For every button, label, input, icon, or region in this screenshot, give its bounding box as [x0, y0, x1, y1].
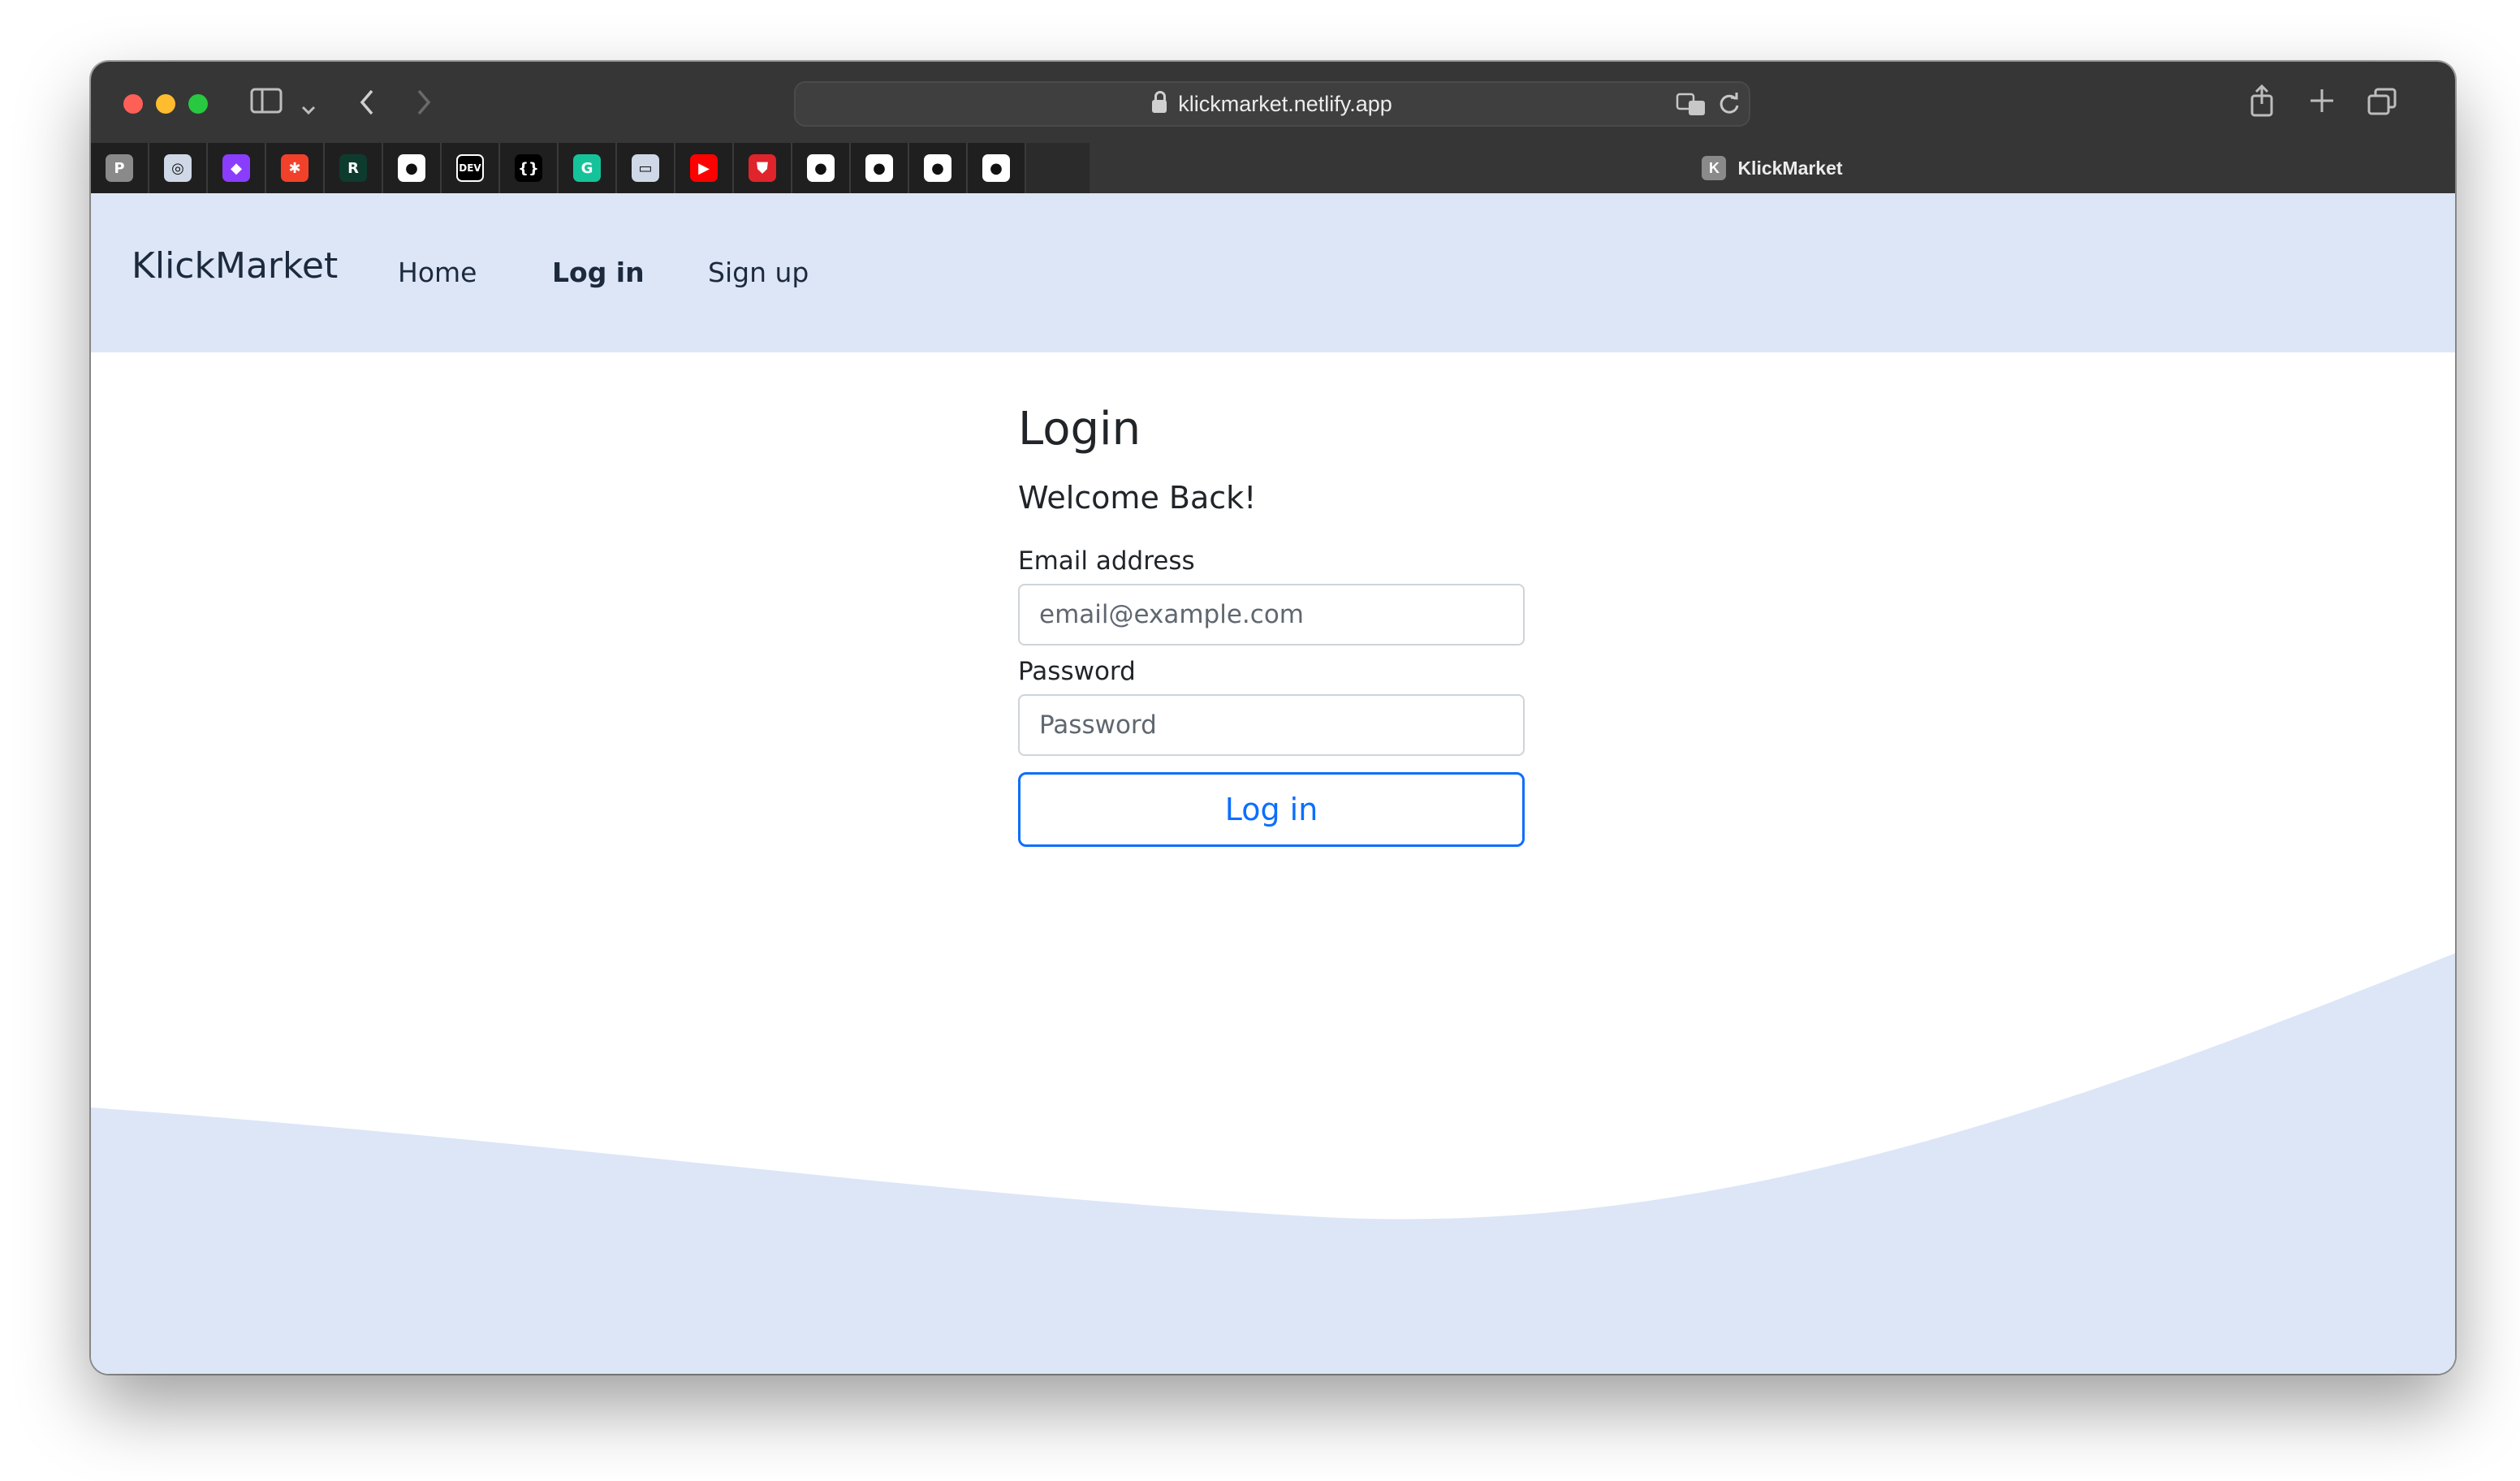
- nav-link-signup[interactable]: Sign up: [708, 257, 809, 288]
- shield-icon: ⛊: [749, 154, 776, 182]
- app-icon-2: ▭: [632, 154, 659, 182]
- app-icon: ◎: [164, 154, 192, 182]
- browser-window: klickmarket.netlify.app P ◎ ◆ ✱ R ● DEV {} G ▭ ▶ ⛊ ●…: [91, 62, 2455, 1374]
- favorite-rn-icon-4[interactable]: R: [325, 143, 383, 193]
- grammarly-icon: G: [573, 154, 601, 182]
- new-tab-icon[interactable]: [2309, 88, 2335, 119]
- login-form: Login Welcome Back! Email address Passwo…: [1018, 403, 1525, 847]
- navbar: KlickMarket Home Log in Sign up: [91, 193, 2455, 352]
- github-icon: ●: [807, 154, 835, 182]
- favorite-youtube-icon-10[interactable]: ▶: [675, 143, 734, 193]
- chevron-down-icon[interactable]: [300, 94, 317, 122]
- github-icon: ●: [398, 154, 425, 182]
- favorite-github-icon-5[interactable]: ●: [383, 143, 442, 193]
- back-icon[interactable]: [357, 88, 377, 122]
- tab-overview-icon[interactable]: [2367, 88, 2397, 120]
- favorite-asterisk-icon-3[interactable]: ✱: [266, 143, 325, 193]
- password-label: Password: [1018, 657, 1136, 686]
- github-icon: ●: [982, 154, 1010, 182]
- favorite-app-icon-1[interactable]: ◎: [149, 143, 208, 193]
- youtube-icon: ▶: [690, 154, 718, 182]
- favorite-pocket-icon-0[interactable]: P: [91, 143, 149, 193]
- nav-link-home[interactable]: Home: [398, 257, 477, 288]
- favorite-app-icon-2-9[interactable]: ▭: [617, 143, 675, 193]
- pocket-icon: P: [106, 154, 133, 182]
- favorite-github-icon-13[interactable]: ●: [851, 143, 909, 193]
- nav-link-login[interactable]: Log in: [552, 257, 645, 288]
- email-label: Email address: [1018, 546, 1195, 576]
- favorite-github-icon-15[interactable]: ●: [968, 143, 1026, 193]
- email-field[interactable]: [1018, 584, 1525, 646]
- url-text: klickmarket.netlify.app: [1178, 91, 1392, 116]
- favorite-purple-app-icon-2[interactable]: ◆: [208, 143, 266, 193]
- github-icon: ●: [865, 154, 893, 182]
- page-title: Login: [1018, 403, 1141, 456]
- password-field[interactable]: [1018, 694, 1525, 756]
- forward-icon[interactable]: [414, 88, 434, 122]
- tab-title: KlickMarket: [1737, 157, 1843, 179]
- rn-icon: R: [339, 154, 367, 182]
- tab-klickmarket[interactable]: K KlickMarket: [1090, 143, 2455, 193]
- favorite-shield-icon-11[interactable]: ⛊: [734, 143, 792, 193]
- favorites-bar: P ◎ ◆ ✱ R ● DEV {} G ▭ ▶ ⛊ ● ● ● ●: [91, 143, 1026, 193]
- minimize-window-button[interactable]: [156, 94, 175, 114]
- translate-icon[interactable]: [1676, 91, 1707, 123]
- purple-app-icon: ◆: [222, 154, 250, 182]
- welcome-subtitle: Welcome Back!: [1018, 480, 1257, 516]
- favorite-github-icon-12[interactable]: ●: [792, 143, 851, 193]
- share-icon[interactable]: [2249, 84, 2275, 122]
- favorite-dev-icon-6[interactable]: DEV: [442, 143, 500, 193]
- lock-icon: [1152, 91, 1167, 113]
- dev-icon: DEV: [456, 154, 484, 182]
- close-window-button[interactable]: [123, 94, 143, 114]
- asterisk-icon: ✱: [281, 154, 309, 182]
- sidebar-toggle-icon[interactable]: [250, 88, 283, 119]
- address-bar[interactable]: klickmarket.netlify.app: [794, 81, 1750, 127]
- tab-favicon: K: [1702, 156, 1727, 180]
- favorite-grammarly-icon-8[interactable]: G: [559, 143, 617, 193]
- web-page: KlickMarket Home Log in Sign up Login We…: [91, 193, 2455, 1374]
- brand-logo-link[interactable]: KlickMarket: [132, 245, 338, 287]
- favorite-code-icon-7[interactable]: {}: [500, 143, 559, 193]
- tab-bar: P ◎ ◆ ✱ R ● DEV {} G ▭ ▶ ⛊ ● ● ● ● K KlickMarket: [91, 143, 2455, 193]
- reload-icon[interactable]: [1718, 91, 1741, 123]
- github-icon: ●: [924, 154, 951, 182]
- zoom-window-button[interactable]: [188, 94, 208, 114]
- favorite-github-icon-14[interactable]: ●: [909, 143, 968, 193]
- code-icon: {}: [515, 154, 542, 182]
- title-bar: klickmarket.netlify.app: [91, 62, 2455, 143]
- login-button[interactable]: Log in: [1018, 772, 1525, 847]
